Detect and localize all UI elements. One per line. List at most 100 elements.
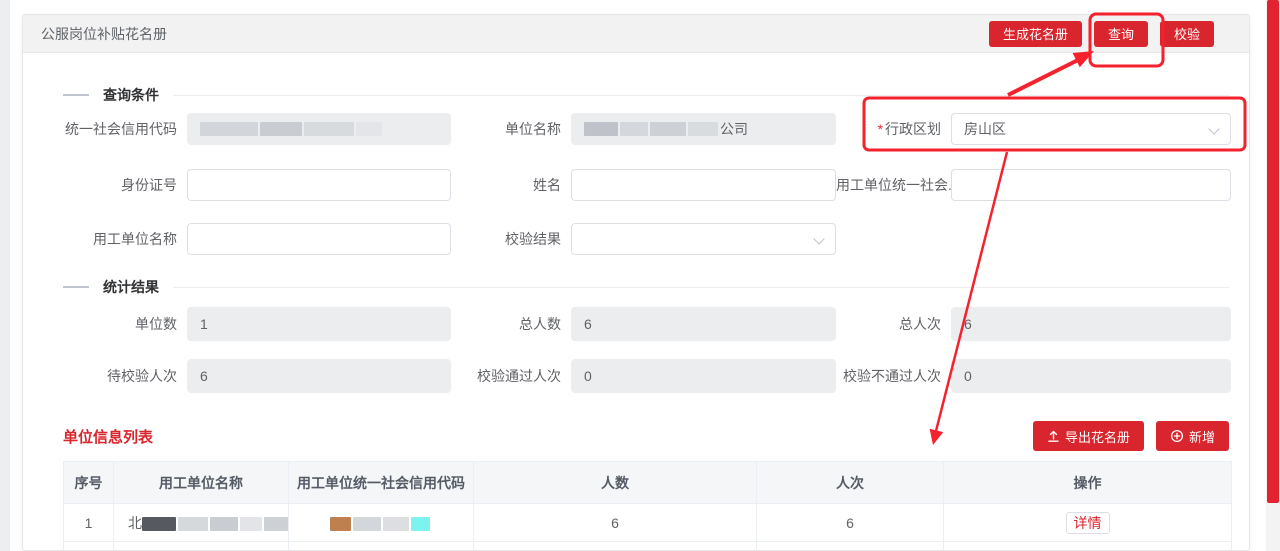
query-button[interactable]: 查询 [1094, 21, 1148, 47]
section-dash [63, 286, 89, 288]
check-result-select[interactable] [571, 223, 836, 255]
check-result-label: 校验结果 [451, 229, 571, 249]
unit-name-field: 单位名称 公司 [451, 113, 836, 145]
redacted-text [411, 517, 430, 531]
table-header-row: 序号 用工单位名称 用工单位统一社会信用代码 人数 人次 操作 [64, 462, 1232, 504]
panel-header: 公服岗位补贴花名册 生成花名册 查询 校验 [23, 15, 1249, 53]
col-no: 序号 [64, 462, 114, 504]
list-title: 单位信息列表 [63, 426, 153, 447]
cell-actions: 详情 [944, 504, 1232, 542]
redacted-text [210, 517, 238, 531]
cell-employer-code [289, 504, 474, 542]
redacted-text [178, 517, 208, 531]
pending-times-value: 6 [187, 359, 451, 393]
col-people: 人数 [474, 462, 757, 504]
verify-button[interactable]: 校验 [1160, 21, 1214, 47]
redacted-text [240, 517, 262, 531]
plus-circle-icon [1170, 429, 1184, 443]
unit-count-value: 1 [187, 307, 451, 341]
redacted-text [304, 122, 354, 136]
unit-count-field: 单位数 1 [63, 307, 451, 341]
redacted-text [383, 517, 409, 531]
cell-times: 6 [757, 504, 944, 542]
total-people-field: 总人数 6 [451, 307, 836, 341]
unit-table: 序号 用工单位名称 用工单位统一社会信用代码 人数 人次 操作 1 北 [63, 461, 1232, 551]
generate-roster-button[interactable]: 生成花名册 [989, 21, 1082, 47]
cell-no: 1 [64, 504, 114, 542]
unit-name-label: 单位名称 [451, 119, 571, 139]
employer-name-input-wrap [187, 223, 451, 255]
id-number-label: 身份证号 [63, 175, 187, 195]
scrollbar-thumb[interactable] [1267, 0, 1279, 503]
section-line [173, 287, 1229, 288]
employer-code-input-wrap [951, 169, 1231, 201]
person-name-input-wrap [571, 169, 836, 201]
cell-people: 6 [474, 504, 757, 542]
redacted-text [260, 122, 302, 136]
page-left-margin [0, 0, 10, 551]
person-name-input[interactable] [584, 170, 823, 200]
employer-code-label: 用工单位统一社会... [836, 175, 951, 195]
id-number-input[interactable] [200, 170, 438, 200]
redacted-text [142, 517, 176, 531]
failed-times-label: 校验不通过人次 [836, 366, 951, 386]
redacted-text [650, 122, 686, 136]
district-field: *行政区划 房山区 [836, 113, 1231, 145]
person-name-field: 姓名 [451, 169, 836, 201]
col-times: 人次 [757, 462, 944, 504]
chevron-down-icon [813, 233, 824, 244]
export-roster-button[interactable]: 导出花名册 [1033, 421, 1144, 451]
required-asterisk: * [878, 121, 883, 137]
credit-code-input [187, 113, 451, 145]
total-times-field: 总人次 6 [836, 307, 1231, 341]
redacted-text [353, 517, 381, 531]
col-actions: 操作 [944, 462, 1232, 504]
id-number-input-wrap [187, 169, 451, 201]
person-name-label: 姓名 [451, 175, 571, 195]
roster-panel: 公服岗位补贴花名册 生成花名册 查询 校验 查询条件 统一社会信用代码 [22, 14, 1250, 551]
redacted-text [584, 122, 618, 136]
scrollbar-track[interactable] [1266, 0, 1280, 551]
total-times-value: 6 [951, 307, 1231, 341]
stats-section-title: 统计结果 [63, 277, 1229, 297]
unit-name-input: 公司 [571, 113, 836, 145]
unit-count-label: 单位数 [63, 314, 187, 334]
failed-times-field: 校验不通过人次 0 [836, 359, 1231, 393]
section-line [173, 95, 1229, 96]
cell-employer-name: 北 [114, 504, 289, 542]
chevron-down-icon [1208, 123, 1219, 134]
employer-code-field: 用工单位统一社会... [836, 169, 1231, 201]
redacted-text [330, 517, 351, 531]
list-header: 单位信息列表 导出花名册 新增 [63, 421, 1229, 451]
district-value: 房山区 [964, 119, 1006, 139]
table-row: 1 北 6 6 详情 [64, 504, 1232, 542]
pending-times-label: 待校验人次 [63, 366, 187, 386]
employer-name-label: 用工单位名称 [63, 229, 187, 249]
passed-times-value: 0 [571, 359, 836, 393]
failed-times-value: 0 [951, 359, 1231, 393]
redacted-text [620, 122, 648, 136]
id-number-field: 身份证号 [63, 169, 451, 201]
table-row-partial [64, 542, 1232, 551]
col-employer-name: 用工单位名称 [114, 462, 289, 504]
credit-code-label: 统一社会信用代码 [63, 119, 187, 139]
district-select[interactable]: 房山区 [951, 113, 1231, 145]
page: 公服岗位补贴花名册 生成花名册 查询 校验 查询条件 统一社会信用代码 [0, 0, 1280, 551]
unit-name-suffix: 公司 [720, 119, 748, 139]
passed-times-label: 校验通过人次 [451, 366, 571, 386]
redacted-text [356, 122, 382, 136]
export-icon [1047, 430, 1060, 443]
employer-name-input[interactable] [200, 224, 438, 254]
redacted-text [264, 517, 289, 531]
total-people-value: 6 [571, 307, 836, 341]
employer-code-input[interactable] [964, 170, 1218, 200]
add-button[interactable]: 新增 [1156, 421, 1229, 451]
pending-times-field: 待校验人次 6 [63, 359, 451, 393]
detail-link[interactable]: 详情 [1066, 512, 1110, 534]
section-dash [63, 94, 89, 96]
col-employer-code: 用工单位统一社会信用代码 [289, 462, 474, 504]
check-result-field: 校验结果 [451, 223, 836, 255]
redacted-text [688, 122, 718, 136]
credit-code-field: 统一社会信用代码 [63, 113, 451, 145]
district-label: *行政区划 [836, 119, 951, 139]
